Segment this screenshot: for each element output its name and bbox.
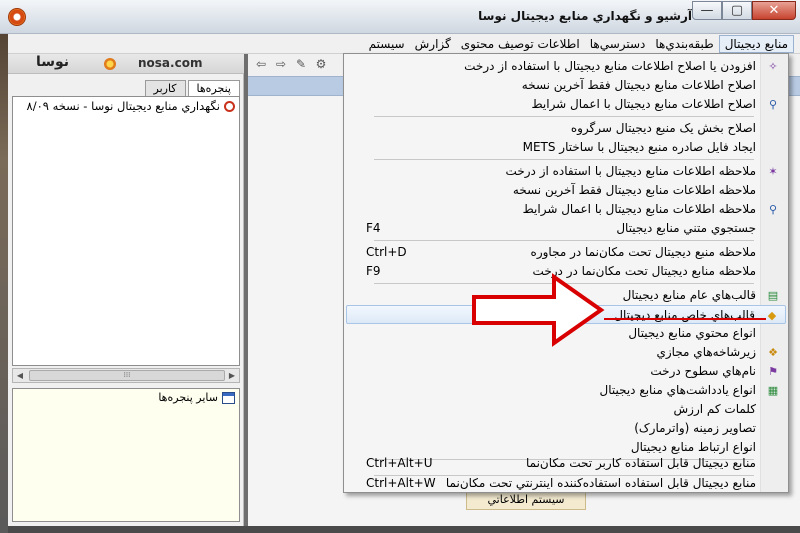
menu-item-text-search[interactable]: جستجوي متني منابع ديجيتال F4: [346, 219, 786, 238]
panel-tabs: پنجره‌ها کاربر: [8, 74, 244, 96]
minimize-button[interactable]: —: [692, 1, 722, 20]
left-panel: نوسا nosa.com پنجره‌ها کاربر نگهداري منا…: [8, 54, 244, 526]
annotation-underline: [604, 318, 766, 320]
menu-item-view-adjacent[interactable]: ملاحظه منبع ديجيتال تحت مکان‌نما در مجاو…: [346, 243, 786, 262]
menu-item-add-edit-tree[interactable]: ✧ افزودن يا اصلاح اطلاعات منابع ديجيتال …: [346, 57, 786, 76]
tree-levels-icon: ⚑: [768, 365, 778, 378]
menu-report[interactable]: گزارش: [410, 35, 456, 53]
close-button[interactable]: ✕: [752, 1, 796, 20]
tab-windows[interactable]: پنجره‌ها: [187, 80, 240, 96]
info-system-label: سيستم اطلاعاتي: [466, 490, 586, 510]
logo-text-fa: نوسا: [36, 54, 70, 70]
window-controls: — ▢ ✕: [692, 1, 796, 20]
other-windows-label: ساير پنجره‌ها: [158, 391, 218, 404]
menu-content-description[interactable]: اطلاعات توصيف محتوی: [456, 35, 585, 53]
back-arrow-icon[interactable]: ⇦: [254, 57, 268, 71]
menu-item-export-mets[interactable]: ايجاد فايل صادره منبع ديجيتال با ساختار …: [346, 138, 786, 157]
notes-icon: ▦: [767, 384, 779, 397]
menu-bar: منابع ديجيتال طبقه‌بندي‌ها دسترسي‌ها اطل…: [8, 34, 800, 54]
logo-url: nosa.com: [138, 56, 203, 70]
menu-item-internet-user-usable[interactable]: منابع ديجيتال قابل استفاده استفاده‌کننده…: [346, 474, 786, 493]
tab-user[interactable]: کاربر: [144, 80, 186, 96]
forward-arrow-icon[interactable]: ⇨: [274, 57, 288, 71]
menu-item-edit-group-section[interactable]: اصلاح بخش يک منبع ديجيتال سرگروه: [346, 119, 786, 138]
window-title: آرشیو و نگهداري منابع ديجيتال نوسا: [478, 9, 692, 23]
menu-item-user-usable[interactable]: منابع ديجيتال قابل استفاده کاربر تحت مکا…: [346, 454, 786, 473]
annotation-arrow-icon: [472, 273, 605, 347]
menu-separator: [374, 159, 754, 160]
menu-item-edit-conditions[interactable]: ⚲ اصلاح اطلاعات منابع ديجيتال با اعمال ش…: [346, 95, 786, 114]
menu-separator: [374, 116, 754, 117]
filter-edit-icon: ⚲: [768, 98, 778, 111]
template-general-icon: ▤: [767, 289, 779, 302]
menu-system[interactable]: سيستم: [364, 35, 410, 53]
horizontal-scrollbar[interactable]: ◀ ⁞⁞⁞ ▶: [12, 368, 240, 383]
scroll-right-icon[interactable]: ▶: [225, 369, 239, 382]
magic-wand-icon[interactable]: ✎: [294, 57, 308, 71]
nosa-logo-icon: [104, 58, 116, 70]
add-wand-icon: ✧: [768, 60, 778, 73]
desktop-background: [0, 0, 8, 533]
menu-item-stop-words[interactable]: کلمات کم ارزش: [346, 400, 786, 419]
menu-item-note-types[interactable]: ▦ انواع يادداشت‌هاي منابع ديجيتال: [346, 381, 786, 400]
filter-view-icon: ⚲: [768, 203, 778, 216]
menu-item-edit-last-version[interactable]: اصلاح اطلاعات منابع ديجيتال فقط آخرين نس…: [346, 76, 786, 95]
menu-classifications[interactable]: طبقه‌بندي‌ها: [650, 35, 718, 53]
filter-icon[interactable]: ⚙: [314, 57, 328, 71]
tree-view-icon: ✶: [768, 165, 778, 178]
other-windows-header[interactable]: ساير پنجره‌ها: [158, 391, 235, 404]
menu-access[interactable]: دسترسي‌ها: [585, 35, 651, 53]
scroll-thumb[interactable]: ⁞⁞⁞: [29, 370, 225, 381]
taskbar-edge: [8, 526, 800, 533]
other-windows-panel: ساير پنجره‌ها: [12, 388, 240, 522]
menu-item-watermarks[interactable]: تصاوير زمينه (واترمارک): [346, 419, 786, 438]
windows-icon: [222, 391, 235, 404]
logo-strip: نوسا nosa.com: [8, 54, 244, 74]
title-bar: آرشیو و نگهداري منابع ديجيتال نوسا — ▢ ✕: [0, 0, 800, 34]
template-special-icon: ◆: [767, 309, 777, 322]
menu-item-view-last-version[interactable]: ملاحظه اطلاعات منابع ديجيتال فقط آخرين ن…: [346, 181, 786, 200]
menu-digital-resources[interactable]: منابع ديجيتال: [718, 34, 794, 53]
app-logo-icon: [8, 8, 26, 26]
menu-item-view-conditions[interactable]: ⚲ ملاحظه اطلاعات منابع ديجيتال با اعمال …: [346, 200, 786, 219]
scroll-left-icon[interactable]: ◀: [13, 369, 27, 382]
menu-separator: [374, 240, 754, 241]
app-node-icon: [224, 100, 235, 112]
menu-item-tree-level-names[interactable]: ⚑ نام‌هاي سطوح درخت: [346, 362, 786, 381]
tree-item-label: نگهداري منابع ديجيتال نوسا - نسخه ۸/۰۹: [26, 99, 220, 113]
virtual-branch-icon: ❖: [768, 346, 778, 359]
menu-item-view-tree[interactable]: ✶ ملاحظه اطلاعات منابع ديجيتال با استفاد…: [346, 162, 786, 181]
tree-item[interactable]: نگهداري منابع ديجيتال نوسا - نسخه ۸/۰۹: [27, 99, 235, 113]
window-tree: نگهداري منابع ديجيتال نوسا - نسخه ۸/۰۹: [12, 96, 240, 366]
maximize-button[interactable]: ▢: [722, 1, 752, 20]
